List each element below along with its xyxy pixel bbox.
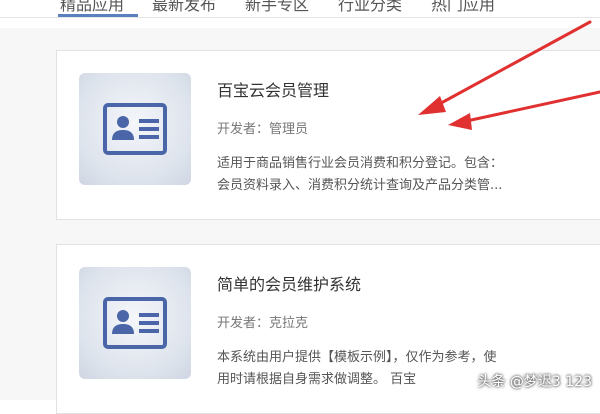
tab-beginner-zone[interactable]: 新手专区 — [245, 0, 309, 18]
tab-latest-releases[interactable]: 最新发布 — [152, 0, 216, 18]
app-card[interactable]: 百宝云会员管理 开发者：管理员 适用于商品销售行业会员消费和积分登记。包含： 会… — [56, 50, 600, 220]
tab-popular-apps[interactable]: 热门应用 — [431, 0, 495, 18]
app-developer: 开发者：克拉克 — [217, 316, 309, 331]
app-description-line: 会员资料录入、消费积分统计查询及产品分类管... — [217, 178, 503, 193]
tabs-divider — [0, 17, 600, 18]
id-card-icon — [103, 103, 167, 155]
app-thumbnail[interactable] — [79, 73, 191, 185]
app-description: 适用于商品销售行业会员消费和积分登记。包含： 会员资料录入、消费积分统计查询及产… — [217, 153, 567, 197]
app-thumbnail[interactable] — [79, 267, 191, 379]
category-tabs: 精品应用 最新发布 新手专区 行业分类 热门应用 — [0, 0, 600, 28]
app-title[interactable]: 百宝云会员管理 — [217, 77, 329, 101]
tab-industry-categories[interactable]: 行业分类 — [338, 0, 402, 18]
app-developer: 开发者：管理员 — [217, 122, 309, 137]
watermark-text: 头条 @梦迟3 123 — [477, 374, 592, 390]
app-description-line: 本系统由用户提供【模板示例】，仅作为参考，使 — [217, 350, 497, 365]
app-store-page: 精品应用 最新发布 新手专区 行业分类 热门应用 百宝云会员管理 开发者：管理员… — [0, 0, 600, 414]
id-card-icon — [103, 297, 167, 349]
app-title[interactable]: 简单的会员维护系统 — [217, 271, 361, 295]
app-description-line: 适用于商品销售行业会员消费和积分登记。包含： — [217, 156, 504, 171]
